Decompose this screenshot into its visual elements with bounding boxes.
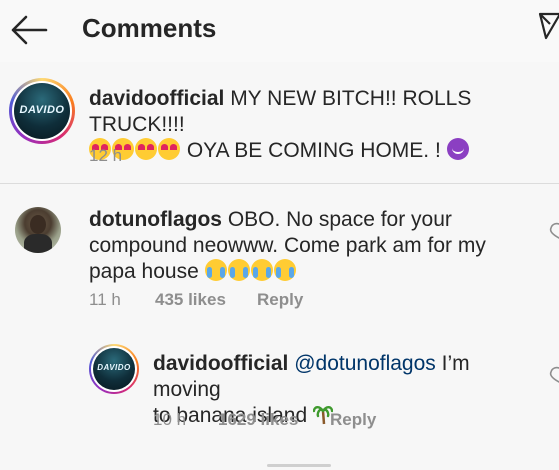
comment-time: 11 h	[89, 290, 121, 309]
page-title: Comments	[82, 13, 217, 43]
crying-emoji-icon	[204, 259, 227, 281]
comment-likes[interactable]: 435 likes	[155, 290, 226, 310]
avatar[interactable]	[15, 207, 61, 253]
reply-likes[interactable]: 1629 likes	[218, 410, 298, 430]
divider	[0, 183, 559, 184]
crying-emoji-icon	[250, 259, 273, 281]
heart-eyes-emoji-icon	[158, 138, 180, 160]
comment-line-3: papa house	[89, 260, 205, 283]
heart-icon[interactable]	[547, 222, 559, 240]
comment-text: dotunoflagos OBO. No space for your comp…	[89, 207, 529, 285]
heart-eyes-emoji-icon	[135, 138, 157, 160]
avatar-logo-text: DAVIDO	[97, 363, 131, 372]
crying-emoji-icon	[227, 259, 250, 281]
post-caption: DAVIDO davidoofficial MY NEW BITCH!! ROL…	[0, 62, 559, 184]
caption-time: 12 h	[89, 146, 123, 165]
caption-username[interactable]: davidoofficial	[89, 87, 224, 110]
avatar[interactable]: DAVIDO	[9, 78, 75, 144]
mention-link[interactable]: @dotunoflagos	[294, 352, 436, 375]
reply-button[interactable]: Reply	[330, 410, 376, 430]
comment-line-1: OBO. No space for your	[221, 208, 452, 231]
share-button[interactable]	[538, 10, 559, 40]
reply-time: 10 h	[153, 410, 187, 429]
comments-header: Comments	[0, 0, 559, 62]
back-button[interactable]	[8, 12, 48, 48]
avatar-logo-text: DAVIDO	[19, 104, 65, 116]
heart-icon[interactable]	[547, 366, 559, 384]
home-indicator	[267, 464, 331, 467]
smiling-devil-emoji-icon	[446, 138, 469, 160]
avatar[interactable]: DAVIDO	[89, 344, 139, 394]
comment-username[interactable]: dotunoflagos	[89, 208, 222, 231]
caption-text: davidoofficial MY NEW BITCH!! ROLLS TRUC…	[89, 86, 549, 164]
reply-username[interactable]: davidoofficial	[153, 352, 288, 375]
crying-emoji-icon	[273, 259, 296, 281]
paper-plane-icon	[538, 12, 559, 40]
caption-line-2: OYA BE COMING HOME. !	[181, 139, 447, 162]
reply-button[interactable]: Reply	[257, 290, 303, 310]
comment-line-2: compound neowww. Come park am for my	[89, 234, 486, 257]
arrow-left-icon	[11, 15, 48, 45]
